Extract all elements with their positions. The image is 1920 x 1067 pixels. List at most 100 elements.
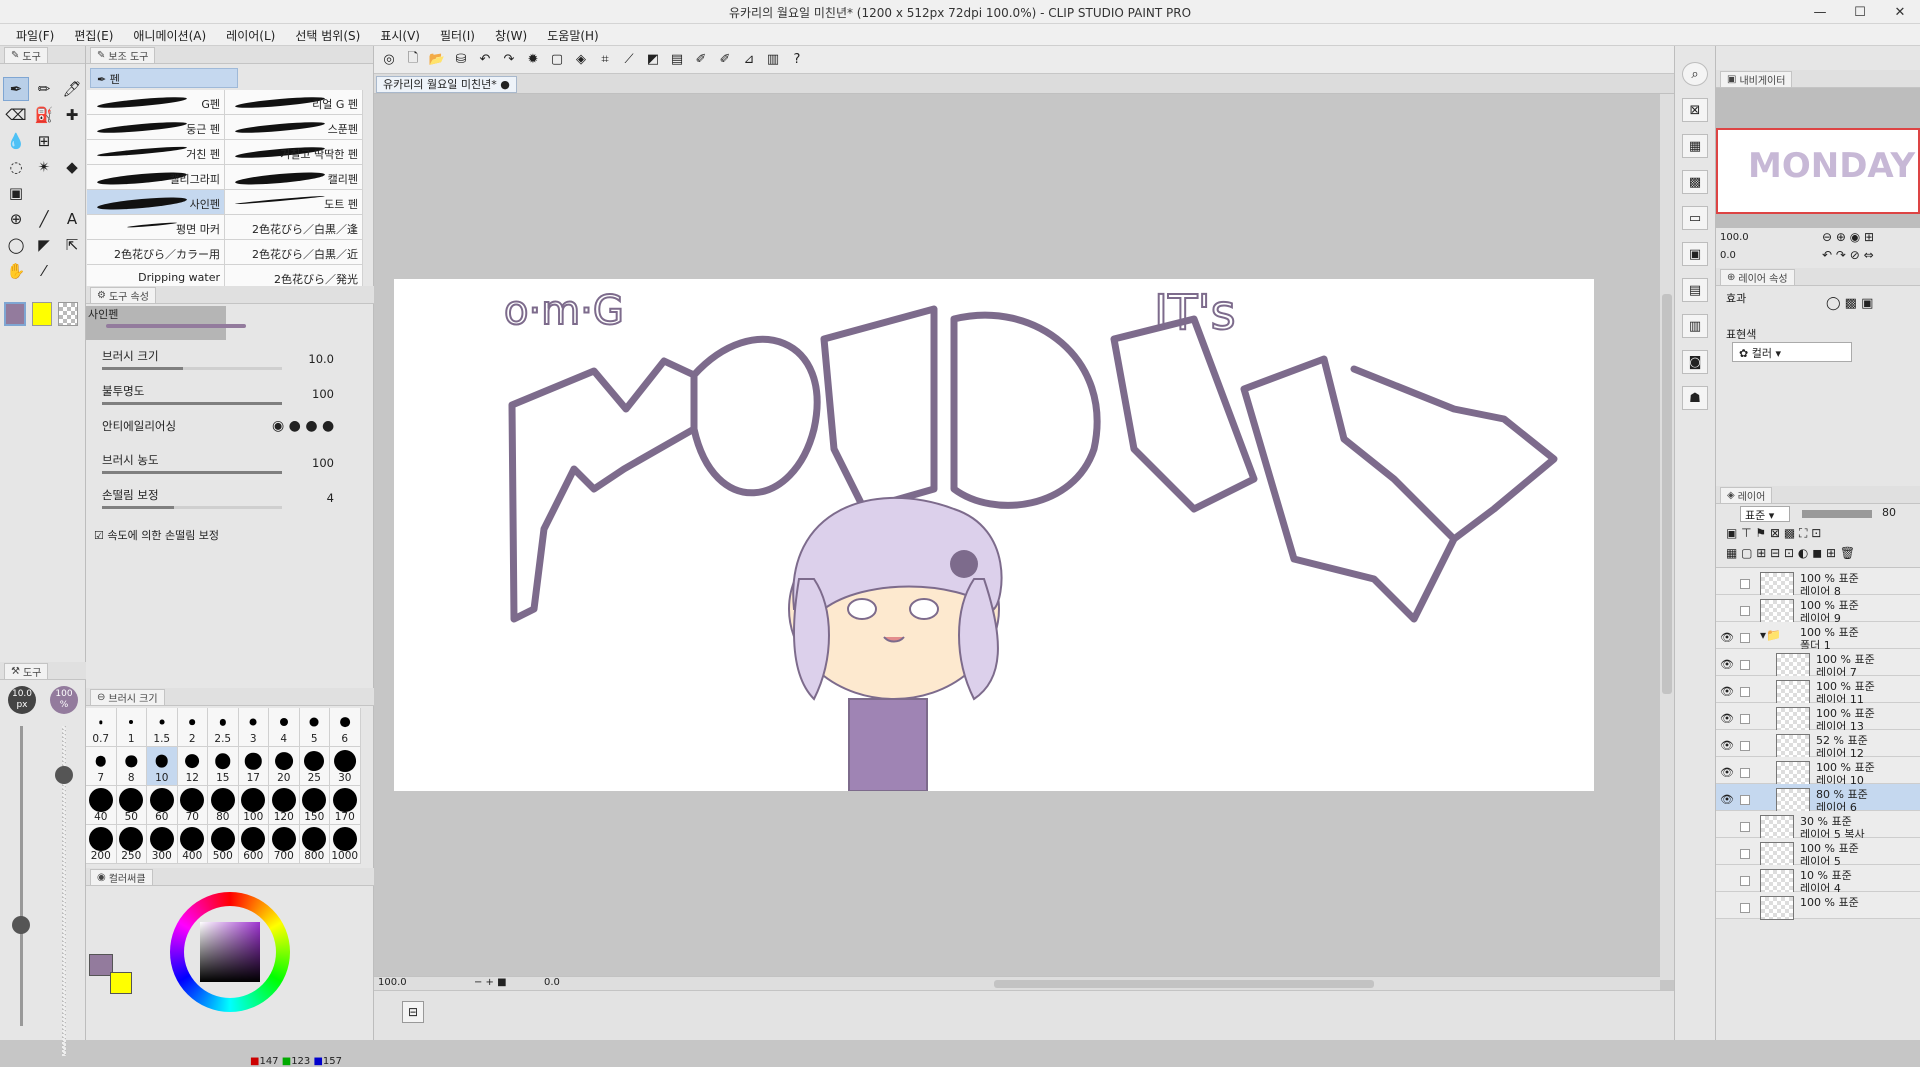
brush-size-cell[interactable]: 1.5 — [147, 708, 178, 747]
transform-tool-icon[interactable]: ⊕ — [3, 207, 29, 231]
brush-item[interactable]: 캘리펜 — [225, 165, 363, 190]
brush-size-cell[interactable]: 30 — [330, 747, 361, 786]
close-doc-icon[interactable]: ⊠ — [1682, 98, 1708, 122]
layer-check[interactable] — [1740, 822, 1750, 832]
menu-file[interactable]: 파일(F) — [6, 24, 64, 45]
text-tool-icon[interactable]: A — [59, 207, 85, 231]
menu-animation[interactable]: 애니메이션(A) — [123, 24, 216, 45]
brush-size-cell[interactable]: 17 — [238, 747, 269, 786]
layer-check[interactable] — [1740, 714, 1750, 724]
brush-size-cell[interactable]: 2.5 — [208, 708, 239, 747]
brush-size-cell[interactable]: 600 — [238, 825, 269, 864]
layer-row[interactable]: 👁 100 % 표준 레이어 10 — [1716, 757, 1920, 787]
brush-item[interactable]: 2色花びら／白黒／近 — [225, 240, 363, 265]
brush-size-cell[interactable]: 0.7 — [86, 708, 117, 747]
material-icon[interactable]: ▦ — [1682, 134, 1708, 158]
image-icon[interactable]: ▣ — [1682, 242, 1708, 266]
layer-check[interactable] — [1740, 795, 1750, 805]
layer-row[interactable]: 👁 100 % 표준 레이어 7 — [1716, 649, 1920, 679]
eye-icon[interactable]: 👁 — [1720, 766, 1734, 779]
brush-size-cell[interactable]: 400 — [177, 825, 208, 864]
zoom-buttons[interactable]: ⊖ ⊕ ◉ ⊞ — [1822, 230, 1874, 244]
film-icon[interactable]: ▥ — [1682, 314, 1708, 338]
brush-item[interactable]: 거친 펜 — [87, 140, 225, 165]
eye-icon[interactable]: 👁 — [1720, 739, 1734, 752]
fill-icon[interactable]: ◈ — [570, 49, 592, 71]
select-clear-icon[interactable]: ▢ — [546, 49, 568, 71]
brush-item[interactable]: 리얼 G 펜 — [225, 90, 363, 115]
brush-snap-icon[interactable]: ✐ — [714, 49, 736, 71]
grid-icon[interactable]: ▩ — [1682, 170, 1708, 194]
size-slider-track[interactable] — [20, 726, 23, 1026]
navigator-preview[interactable]: MONDAY — [1716, 88, 1920, 228]
brush-size-cell[interactable]: 1000 — [330, 825, 361, 864]
brush-size-cell[interactable]: 1 — [116, 708, 147, 747]
brush-item[interactable]: 2色花びら／カラー用 — [87, 240, 225, 265]
rotation-value[interactable]: 0.0 — [544, 977, 560, 988]
property-brush-size[interactable]: 브러시 크기 10.0 — [102, 348, 362, 376]
brush-size-cell[interactable]: 80 — [208, 786, 239, 825]
property-antialiasing[interactable]: 안티에일리어싱 ◉ ● ● ● — [102, 418, 362, 446]
tab-sub-tool[interactable]: ✎ 보조 도구 — [90, 46, 156, 63]
brush-size-cell[interactable]: 7 — [86, 747, 117, 786]
size-slider-handle[interactable] — [12, 916, 30, 934]
magic-wand-tool-icon[interactable]: ✴ — [31, 155, 57, 179]
brush-size-cell[interactable]: 100 — [238, 786, 269, 825]
eye-icon[interactable]: 👁 — [1720, 793, 1734, 806]
brush-size-cell[interactable]: 10 — [147, 747, 178, 786]
property-brush-density[interactable]: 브러시 농도 100 — [102, 452, 362, 480]
brush-size-cell[interactable]: 2 — [177, 708, 208, 747]
brush-size-cell[interactable]: 170 — [330, 786, 361, 825]
zoom-controls[interactable]: − + ■ — [474, 977, 507, 988]
lasso-tool-icon[interactable]: ◌ — [3, 155, 29, 179]
help-icon[interactable]: ? — [786, 49, 808, 71]
brush-size-cell[interactable]: 8 — [116, 747, 147, 786]
brush-item[interactable]: 도트 펜 — [225, 190, 363, 215]
gradient-tool-icon[interactable]: ▣ — [3, 181, 29, 205]
close-button[interactable]: ✕ — [1880, 0, 1920, 24]
layer-check[interactable] — [1740, 741, 1750, 751]
save-icon[interactable]: ⛁ — [450, 49, 472, 71]
brush-size-cell[interactable]: 120 — [269, 786, 300, 825]
grid-tool-icon[interactable]: ⊞ — [31, 129, 57, 153]
brush-size-cell[interactable]: 700 — [269, 825, 300, 864]
new-file-icon[interactable]: 🗋 — [402, 49, 424, 71]
folder-icon[interactable]: ▭ — [1682, 206, 1708, 230]
main-color-swatch[interactable] — [4, 302, 26, 326]
app-icon[interactable]: ◎ — [378, 49, 400, 71]
brush-size-cell[interactable]: 6 — [330, 708, 361, 747]
brush-size-cell[interactable]: 12 — [177, 747, 208, 786]
folder-icon[interactable]: ▾📁 — [1760, 628, 1781, 642]
layer-row[interactable]: 100 % 표준 — [1716, 892, 1920, 920]
correction-icon[interactable]: ⊿ — [738, 49, 760, 71]
brush-size-cell[interactable]: 60 — [147, 786, 178, 825]
tab-tool-property[interactable]: ⚙ 도구 속성 — [90, 286, 156, 303]
select-object-tool-icon[interactable]: ⇱ — [59, 233, 85, 257]
layer-check[interactable] — [1740, 579, 1750, 589]
brush-size-cell[interactable]: 70 — [177, 786, 208, 825]
menu-view[interactable]: 표시(V) — [370, 24, 430, 45]
eraser-tool-icon[interactable]: ⌫ — [3, 103, 29, 127]
layer-opacity-slider[interactable] — [1802, 510, 1872, 518]
drop-tool-icon[interactable]: 💧 — [3, 129, 29, 153]
brush-size-cell[interactable]: 50 — [116, 786, 147, 825]
saturation-value-square[interactable] — [200, 922, 260, 982]
layer-row[interactable]: 30 % 표준 레이어 5 복사 — [1716, 811, 1920, 841]
line-tool-icon[interactable]: ╱ — [31, 207, 57, 231]
crop-icon[interactable]: ⌗ — [594, 49, 616, 71]
tab-layer-property[interactable]: ⊕ 레이어 속성 — [1720, 268, 1795, 285]
layer-row[interactable]: 👁 100 % 표준 레이어 11 — [1716, 676, 1920, 706]
brush-item[interactable]: G펜 — [87, 90, 225, 115]
layer-check[interactable] — [1740, 606, 1750, 616]
menu-help[interactable]: 도움말(H) — [537, 24, 609, 45]
zoom-value[interactable]: 100.0 — [378, 977, 407, 988]
document-tab[interactable]: 유카리의 월요일 미친년* ● — [376, 76, 517, 93]
layer-check[interactable] — [1740, 660, 1750, 670]
menu-filter[interactable]: 필터(I) — [430, 24, 485, 45]
tab-layer[interactable]: ◈ 레이어 — [1720, 486, 1773, 503]
vertical-scroll-thumb[interactable] — [1662, 294, 1672, 694]
tab-brush-size[interactable]: ⊖ 브러시 크기 — [90, 688, 165, 705]
eye-icon[interactable]: 👁 — [1720, 712, 1734, 725]
layer-row[interactable]: 10 % 표준 레이어 4 — [1716, 865, 1920, 895]
undo-icon[interactable]: ↶ — [474, 49, 496, 71]
